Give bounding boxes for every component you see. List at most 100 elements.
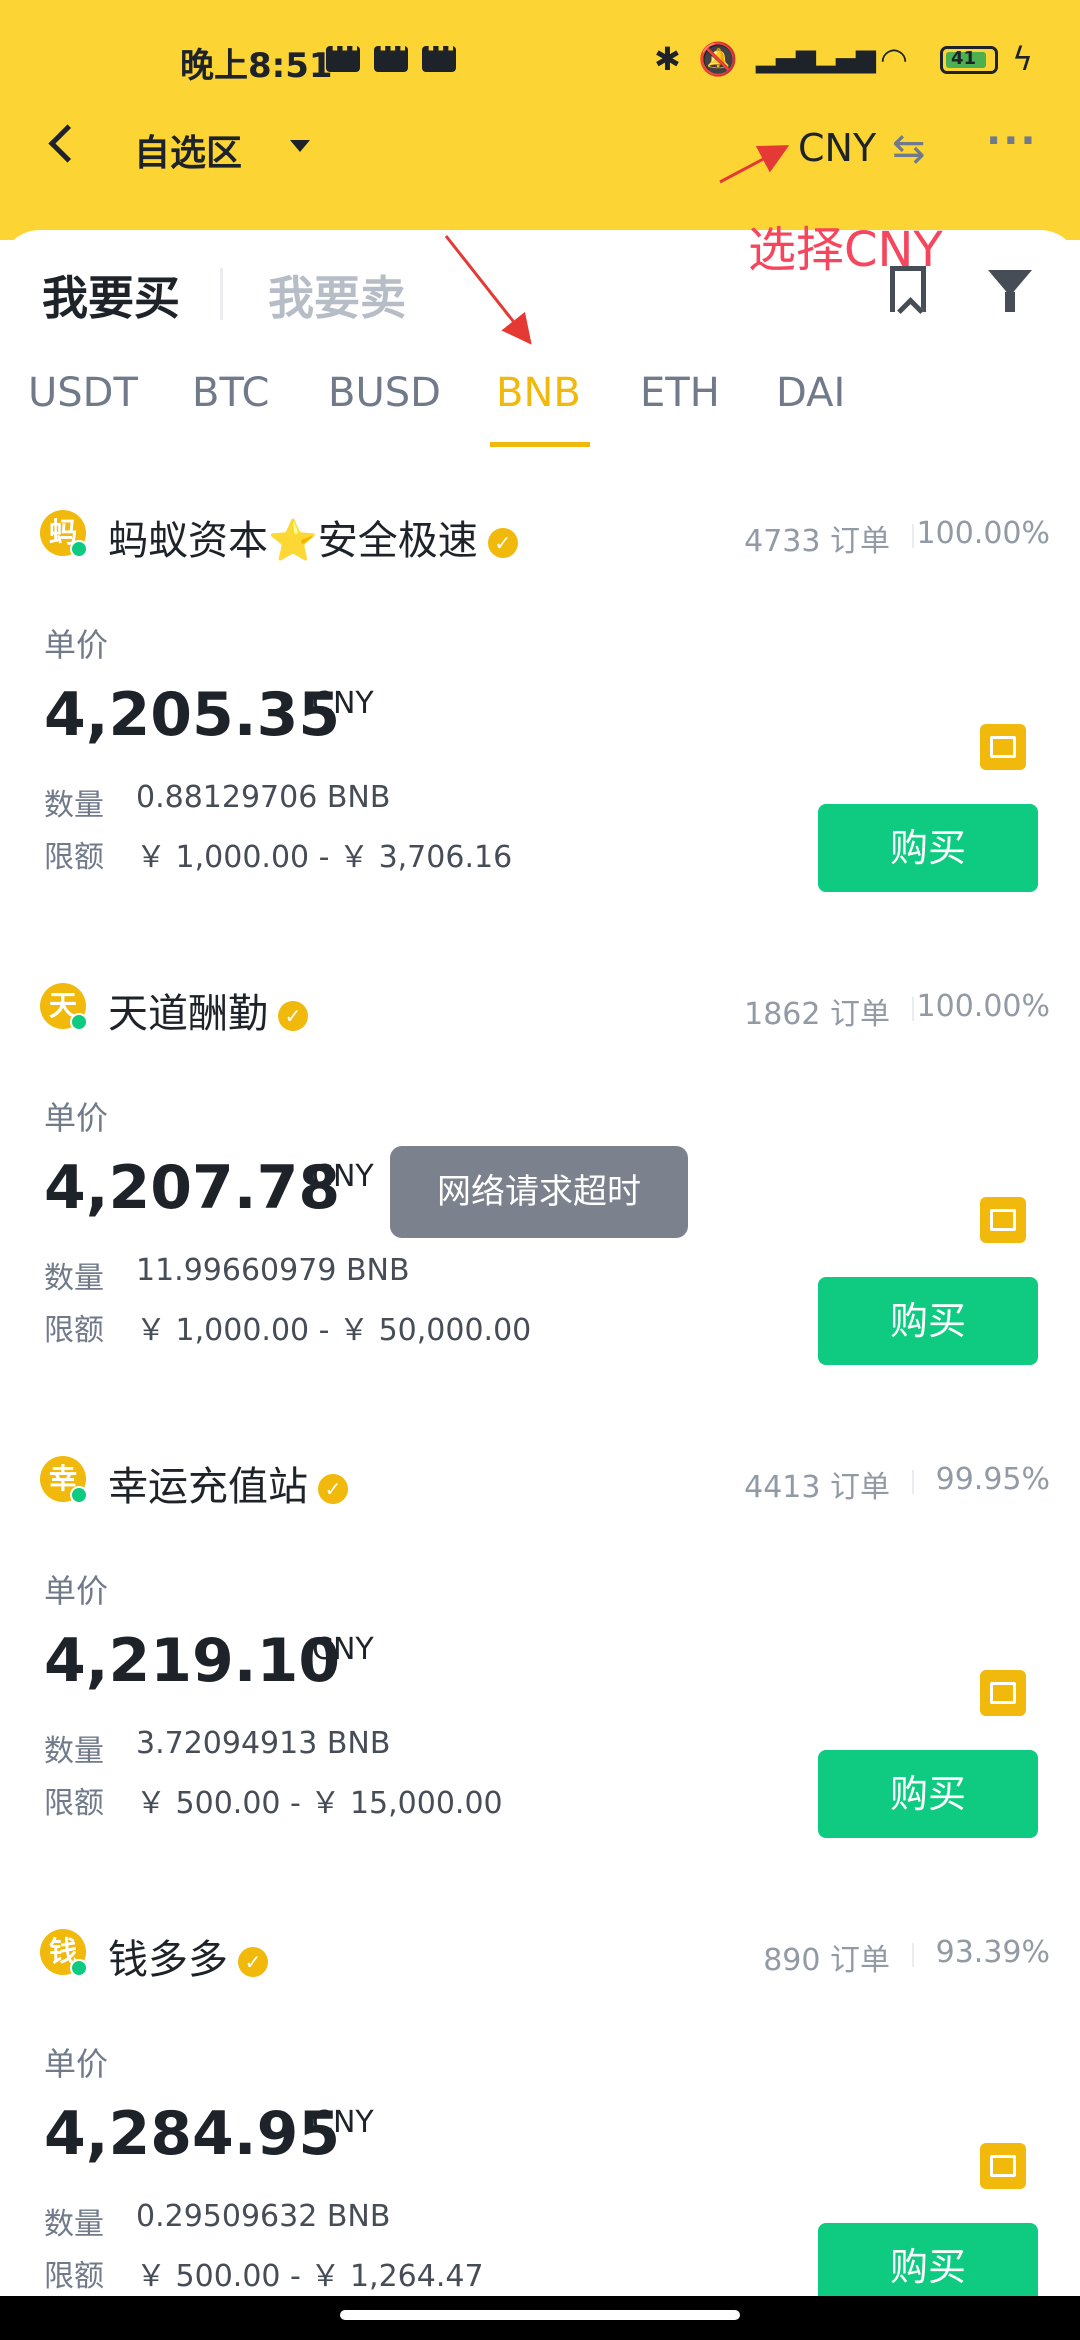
- quantity-label: 数量: [44, 2207, 104, 2242]
- tab-bnb[interactable]: BNB: [496, 370, 581, 416]
- page-title[interactable]: 自选区: [134, 124, 242, 176]
- verified-icon: ✓: [238, 1947, 268, 1977]
- completion-rate: 100.00%: [916, 989, 1050, 1024]
- quantity-value: 11.99660979 BNB: [136, 1253, 410, 1288]
- currency-selector[interactable]: CNY: [798, 126, 876, 170]
- tab-eth[interactable]: ETH: [640, 370, 720, 416]
- price-label: 单价: [44, 626, 109, 664]
- active-tab-indicator: [490, 442, 590, 447]
- completion-rate: 93.39%: [935, 1935, 1050, 1970]
- merchant-name[interactable]: 天道酬勤 ✓: [108, 981, 308, 1039]
- order-count: 4733 订单: [744, 524, 890, 559]
- quantity-label: 数量: [44, 1261, 104, 1296]
- coin-tabs: USDT BTC BUSD BNB ETH DAI: [0, 370, 1080, 450]
- limit-label: 限额: [44, 1313, 104, 1348]
- merchant-name-text: 幸运充值站: [108, 1464, 308, 1510]
- tab-btc[interactable]: BTC: [192, 370, 269, 416]
- tab-usdt[interactable]: USDT: [28, 370, 138, 416]
- limit-value: ￥ 500.00 - ￥ 1,264.47: [136, 2259, 484, 2294]
- order-count: 1862 订单: [744, 997, 890, 1032]
- message-icon: [326, 34, 360, 72]
- tab-dai[interactable]: DAI: [776, 370, 845, 416]
- battery-level: 41: [951, 48, 977, 69]
- tab-busd[interactable]: BUSD: [328, 370, 441, 416]
- limit-value: ￥ 500.00 - ￥ 15,000.00: [136, 1786, 503, 1821]
- limit-label: 限额: [44, 1786, 104, 1821]
- nav-bar: 自选区 CNY ⇆ ···: [0, 110, 1080, 190]
- more-icon[interactable]: ···: [986, 118, 1038, 164]
- signal-icon: ▂▄▆: [816, 44, 876, 74]
- avatar: 天: [40, 983, 88, 1031]
- status-time: 晚上8:51: [180, 46, 333, 86]
- price-value: 4,207.78: [44, 1153, 341, 1223]
- price-unit: CNY: [312, 2105, 374, 2140]
- verified-icon: ✓: [487, 528, 518, 558]
- buy-button[interactable]: 购买: [818, 804, 1038, 892]
- tab-buy[interactable]: 我要买: [42, 271, 180, 325]
- ad-card[interactable]: 幸 幸运充值站 ✓ 4413 订单 99.95% 单价 4,219.10 CNY …: [0, 1456, 1080, 1926]
- swap-icon[interactable]: ⇆: [892, 126, 926, 172]
- quantity-value: 0.88129706 BNB: [136, 780, 391, 815]
- price-label: 单价: [44, 2045, 109, 2083]
- signal-icon: ▂▄▆: [756, 44, 816, 74]
- battery-icon: 41: [940, 46, 998, 74]
- bank-card-icon: [980, 1197, 1026, 1243]
- buy-button[interactable]: 购买: [818, 2223, 1038, 2296]
- avatar: 幸: [40, 1456, 88, 1504]
- price-unit: CNY: [312, 1159, 374, 1194]
- merchant-name[interactable]: 钱多多 ✓: [108, 1929, 268, 1985]
- home-indicator[interactable]: [340, 2310, 740, 2320]
- order-count: 4413 订单: [744, 1470, 890, 1505]
- quantity-value: 3.72094913 BNB: [136, 1726, 391, 1761]
- bank-card-icon: [980, 1670, 1026, 1716]
- ad-card[interactable]: 钱 钱多多 ✓ 890 订单 93.39% 单价 4,284.95 CNY 数量 …: [0, 1929, 1080, 2296]
- divider: [912, 524, 914, 548]
- quantity-value: 0.29509632 BNB: [136, 2199, 391, 2234]
- merchant-name[interactable]: 幸运充值站 ✓: [108, 1454, 348, 1512]
- completion-rate: 100.00%: [916, 516, 1050, 551]
- ad-card[interactable]: 蚂 蚂蚁资本⭐安全极速 ✓ 4733 订单 100.00% 单价 4,205.35…: [0, 510, 1080, 980]
- quantity-label: 数量: [44, 1734, 104, 1769]
- avatar: 钱: [40, 1929, 88, 1977]
- order-book-icon[interactable]: [890, 266, 926, 312]
- merchant-name[interactable]: 蚂蚁资本⭐安全极速 ✓: [108, 508, 518, 566]
- price-label: 单价: [44, 1572, 109, 1610]
- divider: [912, 1470, 914, 1494]
- message-icon: [374, 34, 408, 72]
- divider: [912, 997, 914, 1021]
- buy-button[interactable]: 购买: [818, 1277, 1038, 1365]
- merchant-name-text: 钱多多: [108, 1937, 228, 1983]
- tab-divider: [220, 268, 223, 320]
- limit-label: 限额: [44, 840, 104, 875]
- bank-card-icon: [980, 2143, 1026, 2189]
- tab-sell[interactable]: 我要卖: [268, 262, 406, 328]
- limit-value: ￥ 1,000.00 - ￥ 50,000.00: [136, 1313, 532, 1348]
- verified-icon: ✓: [278, 1001, 308, 1031]
- bluetooth-icon: ✱: [654, 40, 681, 78]
- price-value: 4,205.35: [44, 680, 341, 750]
- limit-value: ￥ 1,000.00 - ￥ 3,706.16: [136, 840, 513, 875]
- order-count: 890 订单: [763, 1943, 890, 1978]
- merchant-name-text: 天道酬勤: [108, 991, 268, 1037]
- price-unit: CNY: [312, 1632, 374, 1667]
- bank-card-icon: [980, 724, 1026, 770]
- avatar: 蚂: [40, 510, 88, 558]
- toast-message: 网络请求超时: [390, 1146, 688, 1238]
- chevron-left-icon[interactable]: [48, 124, 87, 163]
- mute-icon: 🔕: [698, 40, 738, 78]
- message-icon: [422, 34, 456, 72]
- merchant-name-text: 蚂蚁资本⭐安全极速: [108, 518, 478, 564]
- trade-type-tabs: 我要买 我要卖: [42, 262, 406, 328]
- limit-label: 限额: [44, 2259, 104, 2294]
- filter-icon[interactable]: [988, 270, 1032, 312]
- wifi-icon: ◠: [880, 40, 908, 78]
- price-value: 4,219.10: [44, 1626, 341, 1696]
- divider: [912, 1943, 914, 1967]
- charging-icon: ϟ: [1012, 40, 1034, 78]
- buy-button[interactable]: 购买: [818, 1750, 1038, 1838]
- completion-rate: 99.95%: [935, 1462, 1050, 1497]
- price-label: 单价: [44, 1099, 109, 1137]
- status-bar: 晚上8:51 ✱ 🔕 ▂▄▆ ▂▄▆ ◠ 41 ϟ: [0, 0, 1080, 120]
- price-value: 4,284.95: [44, 2099, 341, 2169]
- chevron-down-icon[interactable]: [290, 140, 310, 152]
